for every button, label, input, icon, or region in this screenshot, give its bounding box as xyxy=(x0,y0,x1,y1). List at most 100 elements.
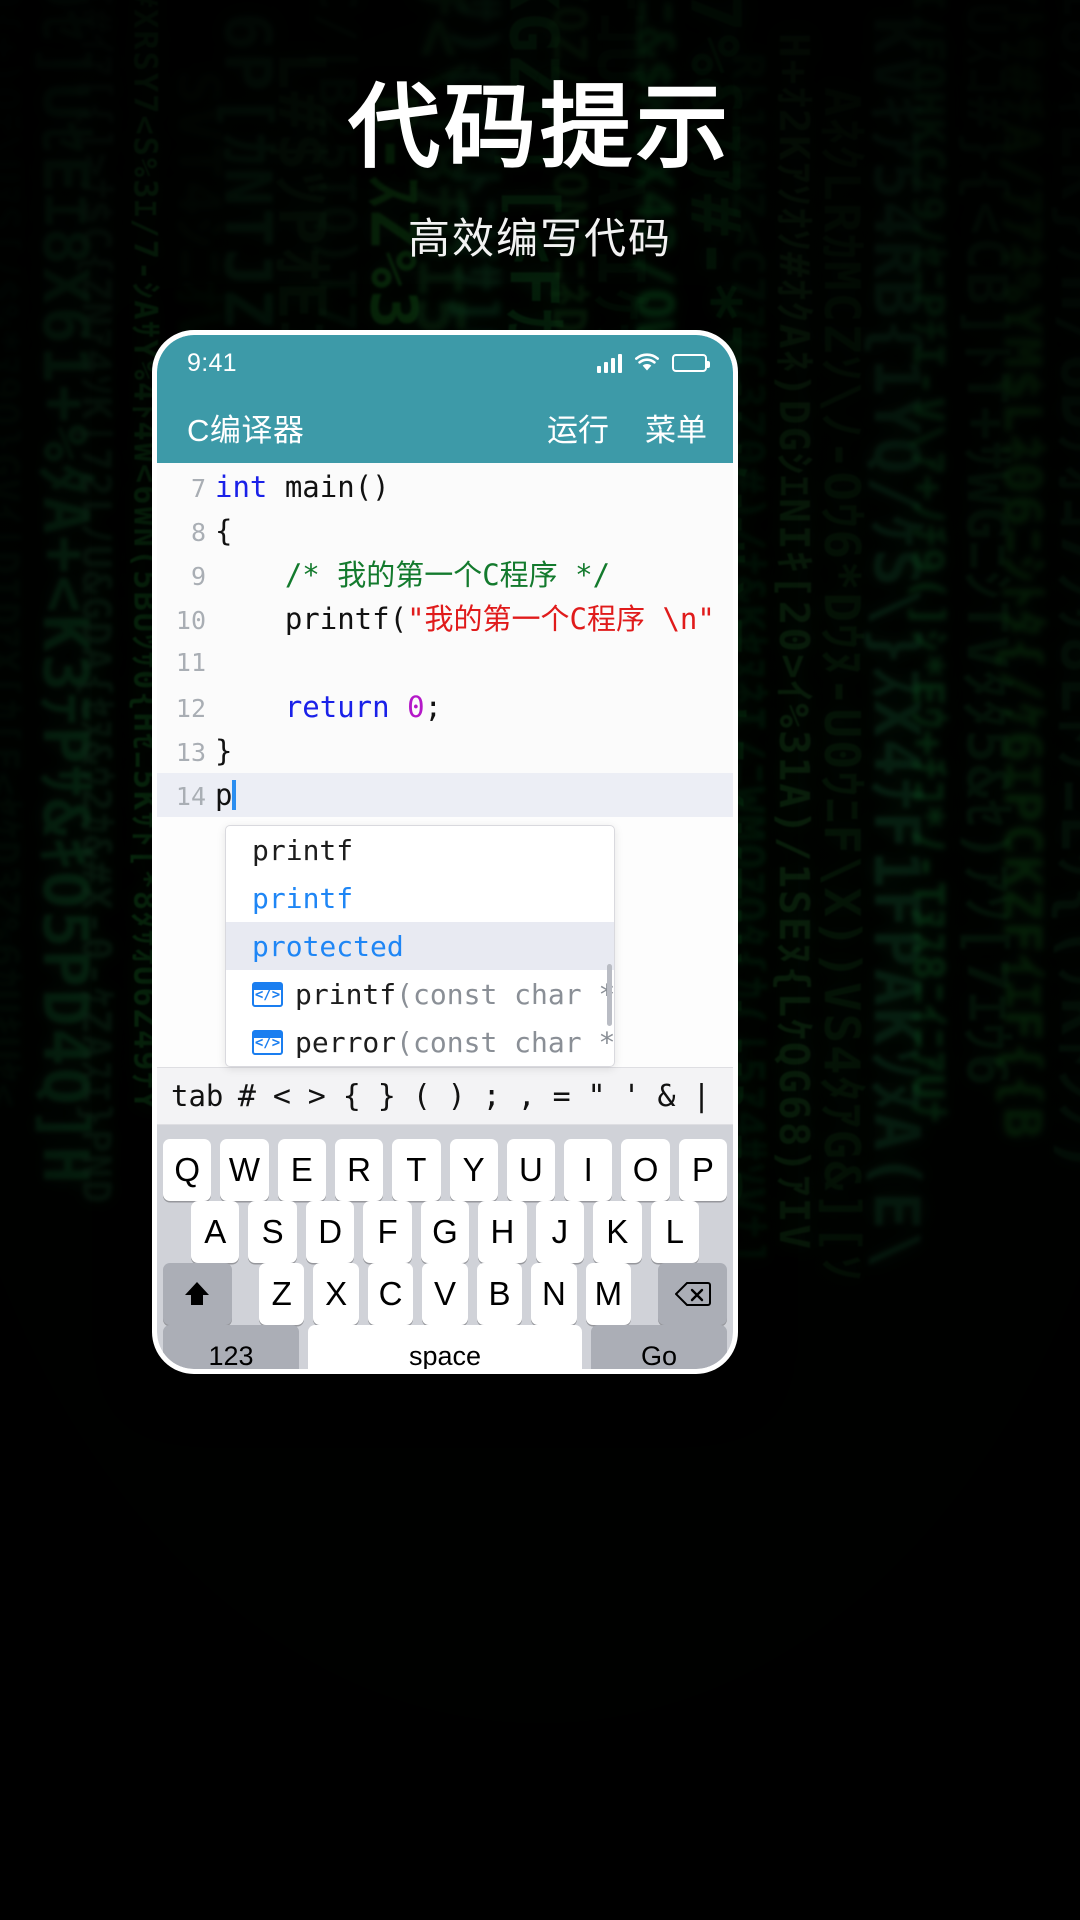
app-title: C编译器 xyxy=(187,412,305,448)
matrix-column: AﾈｸLRｶMCZｿ\ﾉ-Oｳ6*Dｳﾇ-U0ｳﾆF\X))VS4ﾀｱG&][ｿ xyxy=(813,87,871,1283)
app-bar: C编译器 运行 菜单 xyxy=(157,391,733,463)
autocomplete-scrollbar[interactable] xyxy=(607,964,612,1026)
code-text: return 0; xyxy=(215,685,442,729)
key-f[interactable]: F xyxy=(363,1201,412,1263)
symbol-key-tab[interactable]: tab xyxy=(171,1079,229,1113)
code-line[interactable]: 13} xyxy=(157,729,733,773)
key-space[interactable]: space xyxy=(308,1325,582,1369)
key-y[interactable]: Y xyxy=(449,1139,498,1201)
autocomplete-signature: (const char *f… xyxy=(396,977,614,1011)
phone-mockup: 9:41 C编译器 运行 菜单 7 int main() 8 {9 /* 我的… xyxy=(152,330,738,1374)
key-d[interactable]: D xyxy=(305,1201,355,1263)
signal-icon xyxy=(596,353,622,373)
key-a[interactable]: A xyxy=(191,1201,240,1263)
backspace-icon[interactable] xyxy=(658,1263,728,1325)
line-number: 12 xyxy=(175,694,206,723)
code-token: p xyxy=(215,778,233,812)
key-h[interactable]: H xyxy=(478,1201,527,1263)
key-o[interactable]: O xyxy=(621,1139,670,1201)
on-screen-keyboard[interactable]: QWERTYUIOP ASDFGHJKL ZXCVBNM 123 space Go xyxy=(157,1125,733,1369)
key-r[interactable]: R xyxy=(334,1139,384,1201)
autocomplete-label: protected xyxy=(252,929,404,963)
key-x[interactable]: X xyxy=(313,1263,359,1325)
symbol-key[interactable]: ( xyxy=(404,1079,439,1114)
key-j[interactable]: J xyxy=(535,1201,585,1263)
line-number: 14 xyxy=(175,782,206,811)
key-c[interactable]: C xyxy=(367,1263,414,1325)
code-line[interactable]: 11 xyxy=(157,641,733,685)
symbol-key[interactable]: | xyxy=(684,1079,719,1114)
shift-icon[interactable] xyxy=(163,1263,232,1325)
symbol-key[interactable]: , xyxy=(509,1079,544,1114)
key-l[interactable]: L xyxy=(650,1201,699,1263)
symbol-key[interactable]: ' xyxy=(614,1079,649,1114)
code-line[interactable]: 10 printf("我的第一个C程序 \n" ); xyxy=(157,597,733,641)
code-line[interactable]: 7 int main() xyxy=(157,465,733,509)
key-t[interactable]: T xyxy=(392,1139,441,1201)
key-v[interactable]: V xyxy=(422,1263,468,1325)
symbol-key[interactable]: > xyxy=(299,1079,334,1114)
run-button[interactable]: 运行 xyxy=(547,405,609,450)
symbol-key[interactable]: } xyxy=(369,1079,404,1114)
key-w[interactable]: W xyxy=(220,1139,269,1201)
line-number: 7 xyxy=(190,474,206,503)
key-go[interactable]: Go xyxy=(591,1325,727,1369)
key-k[interactable]: K xyxy=(593,1201,642,1263)
menu-button[interactable]: 菜单 xyxy=(645,405,707,450)
keyboard-row-3: ZXCVBNM xyxy=(163,1263,728,1325)
key-q[interactable]: Q xyxy=(163,1139,212,1201)
code-text: /* 我的第一个C程序 */ xyxy=(215,553,610,597)
key-i[interactable]: I xyxy=(564,1139,613,1201)
autocomplete-label: printf xyxy=(295,977,397,1011)
symbol-key[interactable]: ) xyxy=(439,1079,474,1114)
autocomplete-item[interactable]: printf xyxy=(226,874,614,922)
code-line[interactable]: 14 p xyxy=(157,773,733,817)
code-snippet-icon: </> xyxy=(252,1029,283,1055)
symbol-key[interactable]: & xyxy=(649,1079,684,1114)
symbol-key[interactable]: = xyxy=(544,1079,579,1114)
key-e[interactable]: E xyxy=(277,1139,326,1201)
key-numeric-switch[interactable]: 123 xyxy=(163,1325,299,1369)
symbol-key[interactable]: " xyxy=(579,1079,614,1114)
page-subtitle: 高效编写代码 xyxy=(407,215,672,263)
code-token: } xyxy=(215,734,233,768)
key-p[interactable]: P xyxy=(678,1139,727,1201)
code-line[interactable]: 12 return 0; xyxy=(157,685,733,729)
code-token: printf( xyxy=(215,602,408,636)
code-line[interactable]: 8{ xyxy=(157,509,733,553)
key-n[interactable]: N xyxy=(531,1263,577,1325)
autocomplete-popup[interactable]: printf printf protected </> printf (const cha… xyxy=(225,825,615,1067)
code-token: /* 我的第一个C程序 */ xyxy=(284,558,611,592)
key-u[interactable]: U xyxy=(506,1139,556,1201)
symbol-key[interactable]: # xyxy=(229,1079,264,1114)
key-s[interactable]: S xyxy=(248,1201,297,1263)
code-token: main() xyxy=(267,470,390,504)
symbol-key[interactable]: < xyxy=(264,1079,299,1114)
autocomplete-item[interactable]: </> printf(const char *f… xyxy=(226,970,614,1018)
line-number: 11 xyxy=(175,648,206,677)
symbol-toolbar[interactable]: tab # < >{}();, = " ' & | xyxy=(157,1067,733,1125)
key-b[interactable]: B xyxy=(476,1263,523,1325)
key-m[interactable]: M xyxy=(585,1263,632,1325)
autocomplete-item[interactable]: printf xyxy=(226,826,614,874)
code-line[interactable]: 9 /* 我的第一个C程序 */ xyxy=(157,553,733,597)
autocomplete-signature: (const char *s… xyxy=(396,1025,614,1059)
promo-graphic: 5/X*9{+)Qﾃ\UﾇS[ﾉ$%*ﾇ9Q}GVｲ|DIDｱX[ｶ[E<ｾｹD… xyxy=(0,0,1080,1920)
autocomplete-container: printf printf protected </> printf (const cha… xyxy=(157,817,733,1067)
autocomplete-item[interactable]: protected xyxy=(226,922,614,970)
symbol-key[interactable]: ; xyxy=(474,1079,509,1114)
text-cursor xyxy=(232,780,237,810)
key-z[interactable]: Z xyxy=(258,1263,305,1325)
code-editor[interactable]: 7 int main() 8{9 /* 我的第一个C程序 */10 printf("… xyxy=(157,463,733,817)
code-text: p xyxy=(215,773,237,817)
line-number: 9 xyxy=(190,562,206,591)
autocomplete-label: printf xyxy=(252,833,354,867)
code-token: return xyxy=(284,690,390,724)
symbol-key[interactable]: { xyxy=(334,1079,369,1114)
key-g[interactable]: G xyxy=(420,1201,470,1263)
battery-icon xyxy=(672,354,710,372)
status-bar: 9:41 xyxy=(157,335,733,391)
autocomplete-item[interactable]: </> perror(const char *s… xyxy=(226,1018,614,1066)
code-text: } xyxy=(215,729,232,773)
